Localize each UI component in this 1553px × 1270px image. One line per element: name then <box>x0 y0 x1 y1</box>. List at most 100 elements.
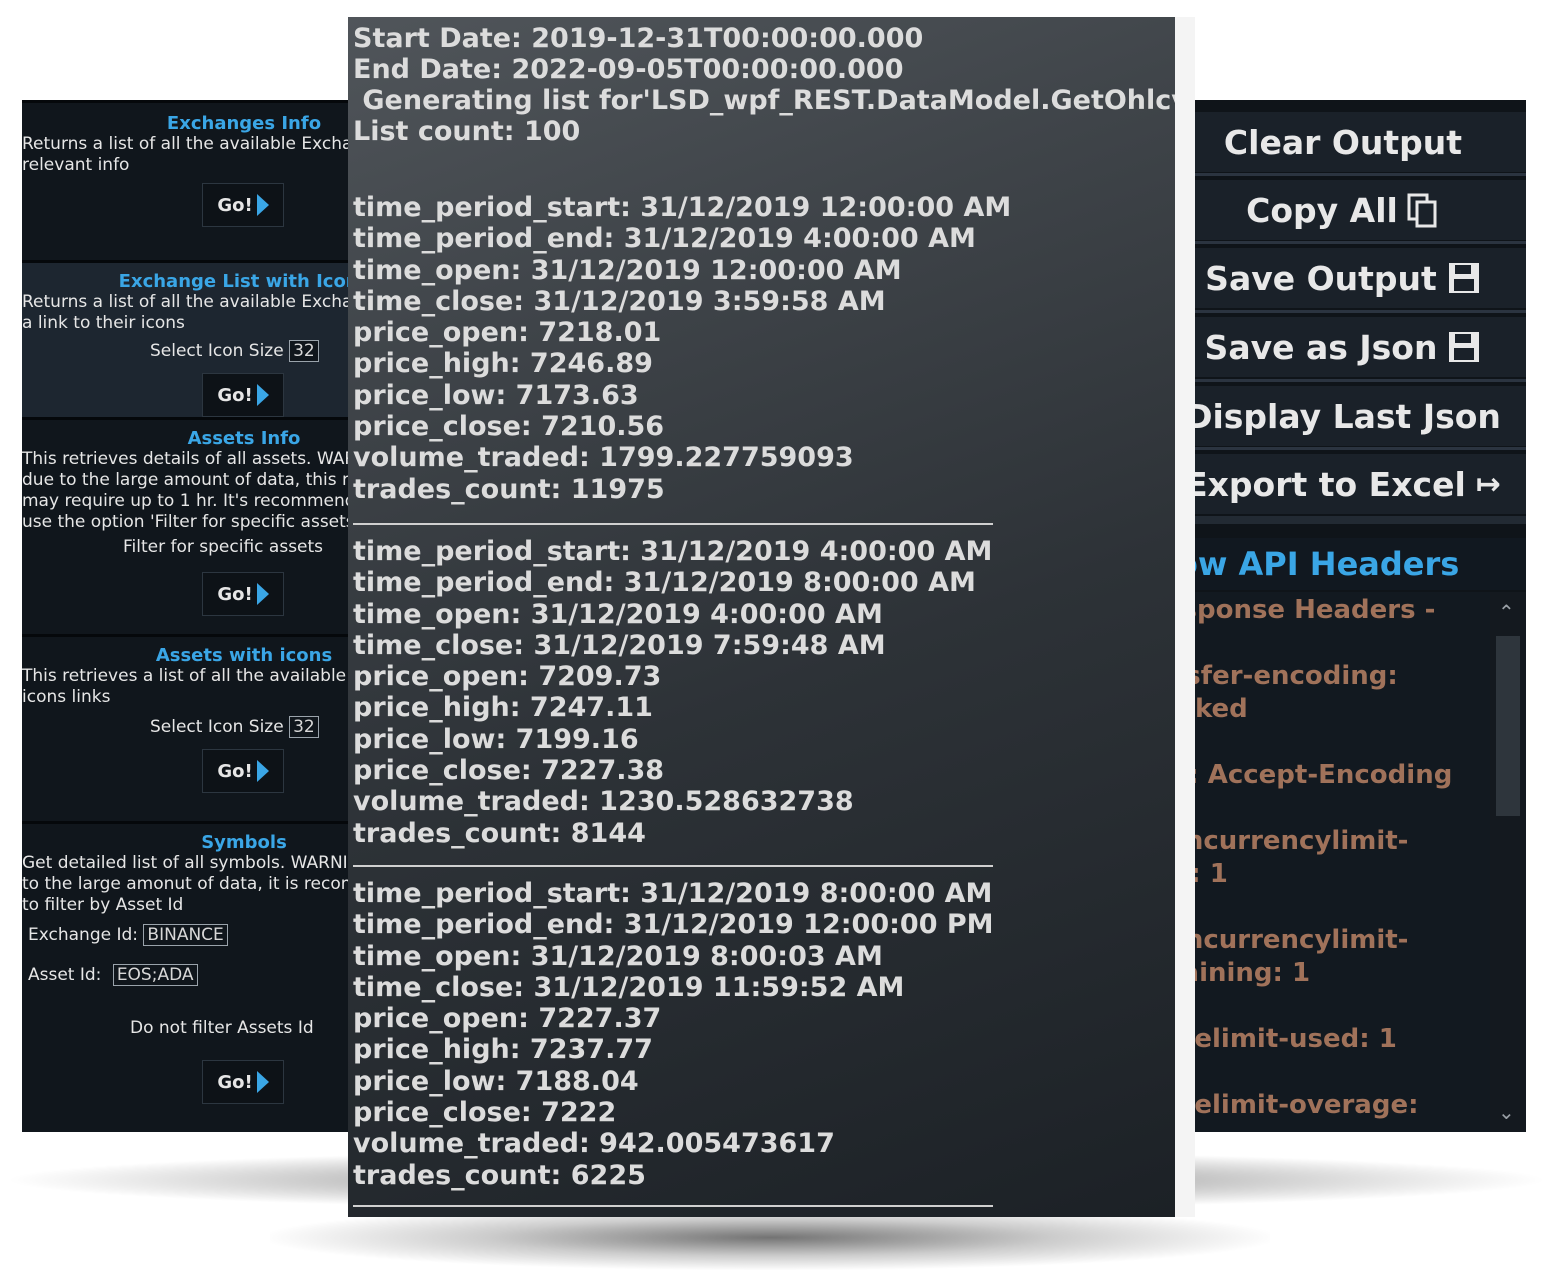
divider <box>1160 447 1526 450</box>
save-as-json-button[interactable]: Save as Json <box>1160 317 1526 377</box>
headers-scrollbar[interactable]: ⌃ ⌄ <box>1490 592 1526 1132</box>
record-field: price_open: 7218.01 <box>353 317 662 349</box>
record-field: trades_count: 6225 <box>353 1159 646 1191</box>
header-line <box>1160 990 1490 1023</box>
assets-with-icons-go-button[interactable]: Go! <box>202 749 284 793</box>
record-field: time_period_end: 31/12/2019 8:00:00 AM <box>353 567 976 599</box>
asset-id-input[interactable]: EOS;ADA <box>112 964 198 986</box>
record-field: trades_count: 8144 <box>353 817 646 849</box>
header-line: x-ratelimit-overage: <box>1160 1090 1419 1120</box>
record-field: price_open: 7209.73 <box>353 661 662 693</box>
icon-size-input[interactable]: 32 <box>289 340 319 362</box>
header-line: limit: 1 <box>1160 859 1228 889</box>
record-field: time_period_end: 31/12/2019 12:00:00 PM <box>353 909 994 941</box>
header-line: remaining: 1 <box>1160 958 1311 988</box>
header-line: x-ratelimit-used: 1 <box>1160 1024 1397 1054</box>
assets-info-go-button[interactable]: Go! <box>202 572 284 616</box>
record-field: price_high: 7247.11 <box>353 692 653 724</box>
symbols-title: Symbols <box>201 832 287 853</box>
header-line <box>1160 1056 1490 1089</box>
record-field: time_period_start: 31/12/2019 4:00:00 AM <box>353 536 993 567</box>
header-line: - Response Headers - <box>1160 595 1436 625</box>
record-field: time_open: 31/12/2019 4:00:00 AM <box>353 598 883 630</box>
ohlcv-record: time_period_start: 31/12/2019 4:00:00 AM… <box>353 536 1173 849</box>
record-field: time_period_end: 31/12/2019 4:00:00 AM <box>353 223 976 255</box>
record-field: time_close: 31/12/2019 3:59:58 AM <box>353 285 886 317</box>
record-field: time_period_start: 31/12/2019 12:00:00 A… <box>353 192 1012 223</box>
exchanges-info-section: Exchanges Info Returns a list of all the… <box>22 100 362 260</box>
record-field: volume_traded: 1230.528632738 <box>353 786 854 818</box>
scrollbar-thumb[interactable] <box>1496 636 1520 816</box>
console-edge <box>1175 17 1195 1217</box>
exchanges-info-description: Returns a list of all the available Exch… <box>22 134 362 175</box>
exchange-id-input[interactable]: BINANCE <box>143 924 228 946</box>
divider <box>1160 173 1526 176</box>
divider <box>1160 241 1526 244</box>
icon-size-label: Select Icon Size <box>150 717 284 737</box>
play-arrow-icon <box>256 760 269 782</box>
record-field: price_low: 7173.63 <box>353 379 639 411</box>
output-console: Start Date: 2019-12-31T00:00:00.000 End … <box>348 17 1175 1217</box>
play-arrow-icon <box>256 384 269 406</box>
assets-with-icons-description: This retrieves a list of all the availab… <box>22 666 362 707</box>
scroll-down-icon[interactable]: ⌄ <box>1498 1100 1515 1124</box>
exchanges-info-title: Exchanges Info <box>166 113 322 134</box>
exchange-list-icons-description: Returns a list of all the available Exch… <box>22 292 362 333</box>
save-icon <box>1448 263 1479 293</box>
ohlcv-record: time_period_start: 31/12/2019 8:00:00 AM… <box>353 878 1173 1191</box>
header-line: x-concurrencylimit- <box>1160 925 1409 955</box>
record-separator <box>353 865 993 867</box>
record-field: volume_traded: 942.005473617 <box>353 1128 835 1160</box>
record-field: trades_count: 11975 <box>353 473 665 505</box>
assets-info-section: Assets Info This retrieves details of al… <box>22 417 362 634</box>
divider <box>1160 379 1526 382</box>
save-output-button[interactable]: Save Output <box>1160 248 1526 308</box>
record-field: time_close: 31/12/2019 11:59:52 AM <box>353 971 905 1003</box>
show-api-headers-toggle[interactable]: Show API Headers <box>1160 538 1526 590</box>
clear-output-button[interactable]: Clear Output <box>1160 112 1526 172</box>
export-to-excel-button[interactable]: Export to Excel ↦ <box>1160 454 1526 514</box>
record-field: price_close: 7210.56 <box>353 411 665 443</box>
assets-info-description: This retrieves details of all assets. WA… <box>22 449 362 532</box>
scroll-up-icon[interactable]: ⌃ <box>1498 600 1515 624</box>
filter-assets-row[interactable]: Filter for specific assets <box>22 537 362 557</box>
record-field: time_open: 31/12/2019 12:00:00 AM <box>353 254 902 286</box>
exchange-list-icons-title: Exchange List with Icons <box>118 271 362 292</box>
save-icon <box>1449 332 1480 362</box>
no-filter-assets-row[interactable]: Do not filter Assets Id <box>22 1018 362 1038</box>
filter-assets-label: Filter for specific assets <box>123 537 324 557</box>
api-headers-output: - Response Headers - transfer-encoding:ch… <box>1160 592 1490 1132</box>
record-field: price_open: 7227.37 <box>353 1003 662 1035</box>
copy-icon <box>1407 193 1437 228</box>
api-functions-panel: Exchanges Info Returns a list of all the… <box>22 100 362 1132</box>
exchange-id-label: Exchange Id: <box>28 925 139 945</box>
symbols-description: Get detailed list of all symbols. WARNIN… <box>22 853 362 915</box>
assets-with-icons-title: Assets with icons <box>155 645 333 666</box>
no-filter-assets-label: Do not filter Assets Id <box>130 1018 314 1038</box>
record-field: time_close: 31/12/2019 7:59:48 AM <box>353 629 886 661</box>
exchanges-info-go-button[interactable]: Go! <box>202 183 284 227</box>
display-last-json-button[interactable]: Display Last Json <box>1160 386 1526 446</box>
exchange-list-icons-go-button[interactable]: Go! <box>202 373 284 417</box>
icon-size-input[interactable]: 32 <box>289 716 319 738</box>
header-line: chunked <box>1160 694 1248 724</box>
record-field: price_low: 7199.16 <box>353 723 639 755</box>
record-field: volume_traded: 1799.227759093 <box>353 442 854 474</box>
copy-all-button[interactable]: Copy All <box>1160 180 1526 240</box>
header-line <box>1160 627 1490 660</box>
header-line <box>1160 891 1490 924</box>
ohlcv-record: time_period_start: 31/12/2019 12:00:00 A… <box>353 192 1173 505</box>
record-field: time_period_start: 31/12/2019 8:00:00 AM <box>353 878 993 909</box>
exchange-list-icons-section: Exchange List with Icons Returns a list … <box>22 260 362 417</box>
header-line: x-concurrencylimit- <box>1160 826 1409 856</box>
asset-id-label: Asset Id: <box>28 965 102 985</box>
record-field: price_low: 7188.04 <box>353 1065 639 1097</box>
symbols-section: Symbols Get detailed list of all symbols… <box>22 821 362 1132</box>
icon-size-label: Select Icon Size <box>150 341 284 361</box>
symbols-go-button[interactable]: Go! <box>202 1060 284 1104</box>
assets-info-title: Assets Info <box>187 428 301 449</box>
header-line: transfer-encoding: <box>1160 661 1398 691</box>
output-header: Start Date: 2019-12-31T00:00:00.000 End … <box>353 23 1175 147</box>
play-arrow-icon <box>256 194 269 216</box>
icon-size-row: Select Icon Size 32 <box>22 716 362 738</box>
